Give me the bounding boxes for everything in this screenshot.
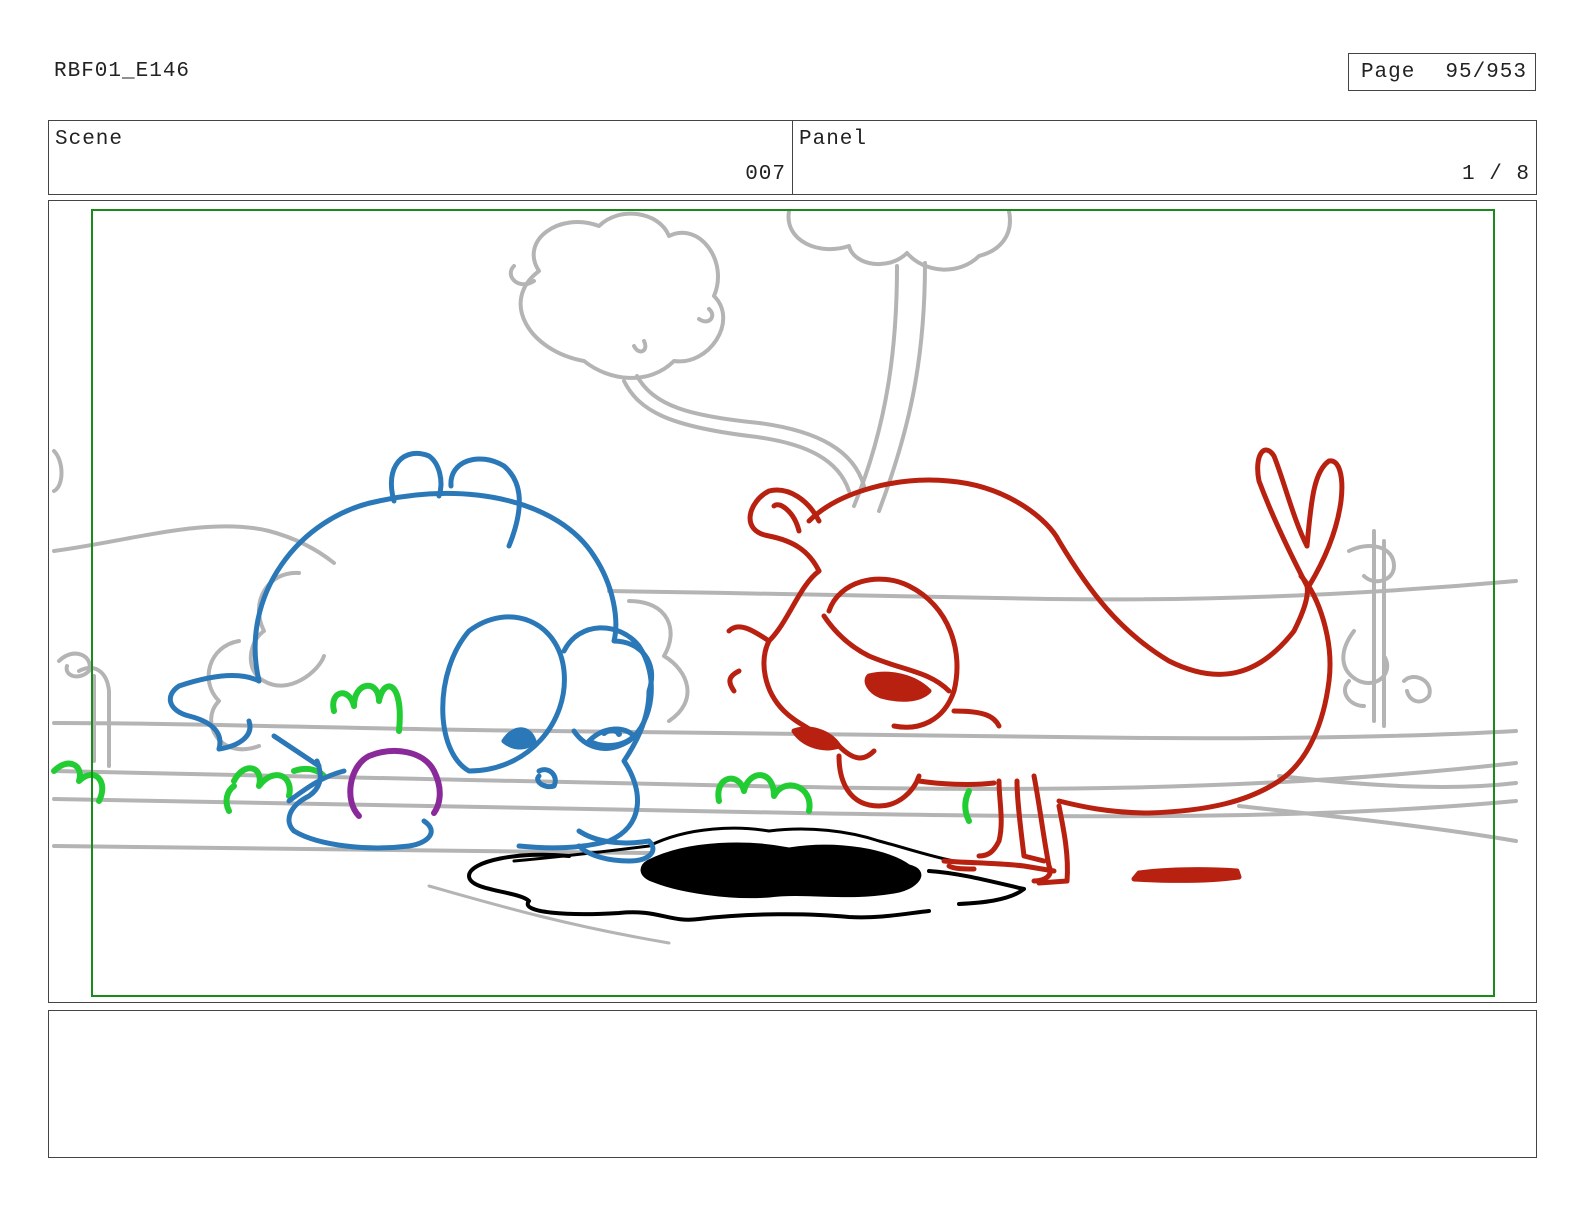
page-value: 95/953: [1445, 60, 1527, 84]
panel-label: Panel: [799, 128, 868, 151]
production-code: RBF01_E146: [54, 60, 191, 83]
scene-label: Scene: [55, 128, 124, 151]
scene-cell: Scene 007: [49, 121, 792, 194]
panel-notes-box[interactable]: [48, 1010, 1537, 1158]
panel-number: 1 / 8: [1461, 163, 1530, 186]
page-counter: Page 95/953: [1348, 53, 1536, 91]
safe-area-frame: [91, 209, 1495, 997]
panel-cell: Panel 1 / 8: [792, 121, 1536, 194]
scene-number: 007: [745, 163, 786, 186]
page-label: Page: [1360, 60, 1416, 84]
scene-panel-info: Scene 007 Panel 1 / 8: [48, 120, 1537, 195]
